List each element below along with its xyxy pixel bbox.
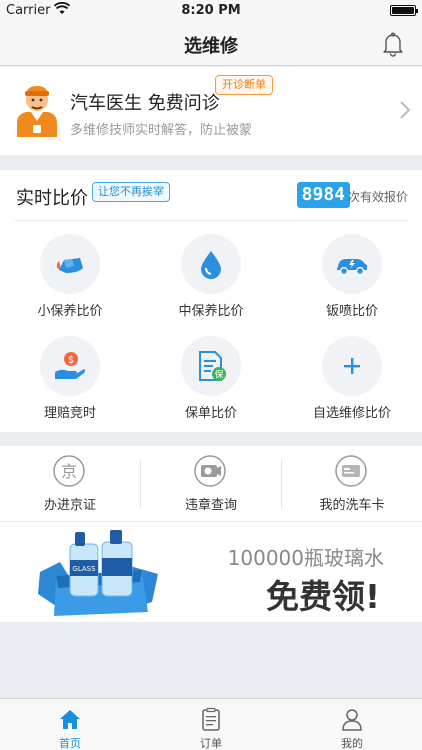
promo-banner[interactable]: GLASS 100000瓶玻璃水 免费领!: [0, 522, 422, 622]
tab-orders[interactable]: 订单: [141, 699, 281, 750]
quote-count: 8984: [296, 182, 350, 208]
clipboard-icon: [202, 707, 220, 731]
divider: [14, 220, 408, 221]
section-title: 实时比价: [16, 188, 88, 209]
grid-item-label: 小保养比价: [37, 304, 103, 319]
car-doctor-description: 多维修技师实时解答，防止被蒙: [70, 123, 253, 138]
service-wash-card[interactable]: 我的洗车卡: [282, 446, 422, 522]
grid-item-paint-spray[interactable]: 钣喷比价: [282, 234, 422, 334]
chevron-right-icon: [400, 101, 410, 119]
page-title: 选维修: [184, 36, 238, 57]
svg-text:$: $: [68, 355, 74, 366]
glass-water-bottles-image: GLASS: [38, 530, 158, 616]
svg-text:京: 京: [61, 462, 77, 481]
service-label: 我的洗车卡: [319, 498, 385, 513]
status-bar: Carrier 8:20 PM: [0, 0, 422, 22]
grid-item-label: 保单比价: [184, 406, 237, 421]
price-compare-section: 实时比价 让您不再挨宰 8984 次有效报价 小保养比价 中保养比价 钣喷比价 …: [0, 170, 422, 432]
grid-item-minor-maintenance[interactable]: 小保养比价: [0, 234, 140, 334]
quote-count-label: 次有效报价: [347, 190, 408, 204]
home-icon: [60, 710, 80, 729]
mechanic-avatar-icon: [17, 86, 57, 137]
grid-item-claim-bidding[interactable]: $ 理赔竞时: [0, 336, 140, 436]
bell-icon[interactable]: [380, 31, 406, 57]
car-doctor-card[interactable]: 汽车医生 免费问诊 开诊断单 多维修技师实时解答，防止被蒙: [0, 67, 422, 155]
camera-icon: [194, 455, 226, 487]
battery-icon: [390, 5, 418, 16]
car-doctor-title: 汽车医生 免费问诊: [70, 93, 220, 114]
grid-item-label: 钣喷比价: [325, 304, 378, 319]
policy-document-icon: 保: [199, 351, 226, 381]
clock: 8:20 PM: [181, 3, 241, 18]
car-spray-icon: [337, 259, 367, 276]
tab-home[interactable]: 首页: [0, 699, 140, 750]
service-label: 办进京证: [43, 498, 96, 513]
jing-badge-icon: 京: [53, 455, 85, 487]
nav-bar: 选维修: [0, 22, 422, 66]
tab-label: 首页: [59, 737, 81, 750]
promo-cta: 免费领!: [265, 577, 380, 616]
services-row: 京 办进京证 违章查询 我的洗车卡: [0, 446, 422, 522]
plus-icon: [344, 358, 360, 374]
promo-headline: 100000瓶玻璃水: [227, 546, 384, 570]
tab-label: 订单: [200, 737, 222, 750]
grid-item-label: 自选维修比价: [312, 406, 391, 421]
section-tag: 让您不再挨宰: [92, 182, 170, 202]
service-beijing-permit[interactable]: 京 办进京证: [0, 446, 140, 522]
tab-mine[interactable]: 我的: [282, 699, 422, 750]
svg-text:保: 保: [214, 369, 223, 381]
service-violation-query[interactable]: 违章查询: [141, 446, 281, 522]
card-icon: [335, 455, 367, 487]
grid-item-medium-maintenance[interactable]: 中保养比价: [141, 234, 281, 334]
water-drop-icon: [201, 251, 221, 279]
grid-item-label: 中保养比价: [178, 304, 244, 319]
user-icon: [342, 709, 362, 731]
grid-item-label: 理赔竞时: [43, 406, 96, 421]
grid-item-custom-repair[interactable]: 自选维修比价: [282, 336, 422, 436]
tab-bar: 首页 订单 我的: [0, 698, 422, 750]
service-label: 违章查询: [184, 498, 237, 513]
diagnosis-badge[interactable]: 开诊断单: [215, 75, 273, 95]
money-hand-icon: $: [55, 352, 85, 379]
oil-can-icon: [56, 258, 83, 273]
grid-item-policy-compare[interactable]: 保 保单比价: [141, 336, 281, 436]
tab-label: 我的: [341, 737, 363, 750]
svg-text:GLASS: GLASS: [72, 565, 96, 573]
